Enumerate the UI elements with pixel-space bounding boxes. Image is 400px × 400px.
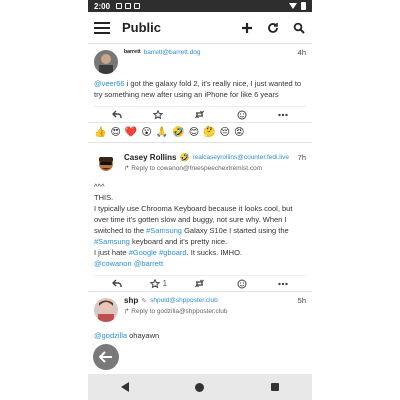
hashtag-link[interactable]: #Samsung [94, 237, 130, 246]
notification-icon [134, 3, 141, 9]
post-actions [94, 106, 306, 122]
reply-to-text: Reply to cowanon@freespeechextremist.com [131, 165, 263, 172]
post-time[interactable]: 7h [298, 153, 306, 162]
post-time[interactable]: 4h [298, 48, 306, 57]
mention-link[interactable]: @cowanon [94, 259, 132, 268]
post-content: @veer66 i got the galaxy fold 2, it's re… [94, 78, 306, 100]
post-paragraph: I typically use Chrooma Keyboard because… [94, 203, 306, 247]
hashtag-link[interactable]: #gboard [159, 248, 187, 257]
emoji-reaction-row: 👍 😍 ❤️ 😮 🙏 🤣 😊 🤔 😔 😡 [88, 123, 312, 143]
display-name[interactable]: shp [124, 296, 138, 305]
post-actions: 1 [94, 275, 306, 291]
verified-emoji-icon: 🤣 [179, 153, 190, 162]
reply-to-text: Reply to godzilla@shpposter.club [131, 308, 228, 315]
notification-icon [125, 3, 132, 9]
hashtag-link[interactable]: #Samsung [146, 226, 182, 235]
status-bar: 2:00 [88, 0, 312, 12]
reaction-heart-eyes[interactable]: 😍 [110, 127, 120, 138]
mention-link[interactable]: @veer66 [94, 79, 125, 88]
top-toolbar: Public [88, 12, 312, 44]
favorite-count: 1 [162, 279, 168, 288]
nav-back-icon[interactable] [121, 382, 130, 392]
reaction-pray[interactable]: 🙏 [156, 127, 168, 138]
reply-arrow-icon: ↱ [124, 165, 130, 172]
post-line: ^^^ [94, 182, 105, 191]
reaction-smile[interactable]: 😊 [189, 127, 199, 138]
more-options-icon[interactable] [262, 282, 304, 286]
avatar[interactable] [94, 153, 118, 177]
post-mentions: @cowanon @barrett [94, 258, 306, 269]
account-handle[interactable]: shpuld@shpposter.club [150, 297, 218, 304]
post-content: @godzilla ohayawn [94, 330, 306, 341]
reply-arrow-icon: ↱ [124, 308, 130, 315]
avatar[interactable] [94, 50, 118, 74]
refresh-icon[interactable] [266, 21, 280, 35]
post-text: keyboard and it's pretty nice. [129, 237, 228, 246]
nav-home-icon[interactable] [195, 382, 205, 392]
reaction-angry[interactable]: 😡 [234, 127, 244, 138]
reply-to-line[interactable]: ↱ Reply to godzilla@shpposter.club [124, 307, 306, 315]
wifi-icon [289, 3, 297, 9]
post-text: ohayawn [127, 331, 160, 340]
user-badge-icon: ✎ [141, 297, 148, 305]
reaction-surprised[interactable]: 😮 [141, 127, 151, 138]
menu-icon[interactable] [94, 21, 110, 34]
battery-icon [301, 2, 306, 10]
status-post: shp ✎ shpuld@shpposter.club 5h ↱ Reply t… [88, 292, 312, 341]
emoji-reaction-icon[interactable] [221, 279, 263, 289]
app-screen: Public ᵇᵃʳʳᵉᵗᵗ barrett@barrett.dog 4h @v… [88, 12, 312, 374]
post-time[interactable]: 5h [298, 296, 306, 305]
status-post: ᵇᵃʳʳᵉᵗᵗ barrett@barrett.dog 4h @veer66 i… [88, 44, 312, 123]
display-name[interactable]: Casey Rollins [124, 153, 176, 162]
reaction-pensive[interactable]: 😔 [220, 127, 230, 138]
account-handle[interactable]: barrett@barrett.dog [144, 49, 201, 56]
emoji-reaction-icon[interactable] [221, 110, 263, 120]
status-time: 2:00 [94, 1, 111, 11]
post-text: Galaxy S10e I started using the [181, 226, 289, 235]
post-paragraph: I just hate #Google #gboard. It sucks. I… [94, 247, 306, 258]
more-options-icon[interactable] [262, 113, 304, 117]
post-text: I just hate [94, 248, 129, 257]
hashtag-link[interactable]: #Google [129, 248, 157, 257]
notification-icon [116, 3, 123, 9]
page-title: Public [122, 20, 162, 35]
search-icon[interactable] [292, 21, 306, 35]
post-text: . It sucks. IMHO. [186, 248, 243, 257]
post-text: i got the galaxy fold 2, it's really nic… [94, 79, 302, 99]
reaction-heart[interactable]: ❤️ [125, 127, 137, 138]
nav-recents-icon[interactable] [270, 383, 279, 391]
post-content: ^^^ THIS. I typically use Chrooma Keyboa… [94, 181, 306, 269]
avatar[interactable] [94, 298, 118, 322]
reaction-thumbs-up[interactable]: 👍 [94, 127, 106, 138]
reply-to-line[interactable]: ↱ Reply to cowanon@freespeechextremist.c… [124, 164, 306, 172]
favorite-button[interactable]: 1 [138, 278, 180, 289]
favorite-button[interactable] [138, 109, 180, 120]
compose-plus-icon[interactable] [240, 21, 254, 35]
reply-button[interactable] [96, 110, 138, 119]
status-post: Casey Rollins 🤣 realcaseyrollins@counter… [88, 143, 312, 292]
repeat-button[interactable] [179, 279, 221, 288]
mention-link[interactable]: @barrett [134, 259, 163, 268]
system-nav-bar [88, 374, 312, 400]
reaction-rofl[interactable]: 🤣 [172, 127, 184, 138]
post-line: THIS. [94, 193, 114, 202]
reply-button[interactable] [96, 279, 138, 288]
repeat-button[interactable] [179, 110, 221, 119]
mention-link[interactable]: @godzilla [94, 331, 127, 340]
back-fab-button[interactable] [93, 344, 119, 370]
reaction-thinking[interactable]: 🤔 [203, 127, 215, 138]
display-name[interactable]: ᵇᵃʳʳᵉᵗᵗ [124, 48, 141, 57]
account-handle[interactable]: realcaseyrollins@counter.fedi.live [192, 154, 289, 161]
